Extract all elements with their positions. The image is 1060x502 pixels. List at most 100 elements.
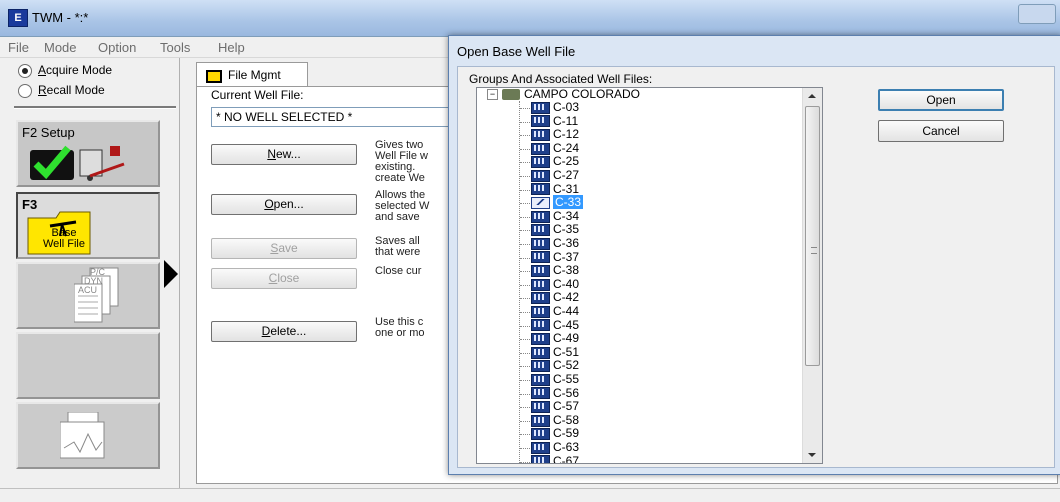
- well-item[interactable]: C-03: [531, 101, 579, 114]
- well-item[interactable]: C-49: [531, 331, 580, 346]
- well-label: C-31: [553, 181, 580, 196]
- group-name: CAMPO COLORADO: [524, 88, 641, 101]
- well-icon: [531, 129, 550, 142]
- well-label: C-25: [553, 154, 580, 169]
- well-item[interactable]: C-57: [531, 399, 580, 414]
- scroll-thumb[interactable]: [805, 106, 820, 366]
- acquire-mode-radio[interactable]: [18, 64, 32, 78]
- open-button[interactable]: Open...: [211, 194, 357, 215]
- setup-toolbox-icon: [30, 145, 125, 181]
- recall-mode-label[interactable]: Recall Mode: [38, 83, 105, 97]
- well-label: C-27: [553, 168, 580, 182]
- well-item[interactable]: C-55: [531, 373, 579, 386]
- new-button[interactable]: New...: [211, 144, 357, 165]
- well-item[interactable]: C-40: [531, 277, 579, 291]
- well-label: C-45: [553, 317, 580, 332]
- report-chart-icon: [60, 412, 105, 459]
- well-item[interactable]: C-45: [531, 317, 580, 332]
- well-item[interactable]: C-27: [531, 169, 579, 182]
- well-item[interactable]: C-24: [531, 141, 579, 155]
- well-label: C-49: [553, 331, 580, 346]
- active-mode-arrow-icon: [164, 260, 178, 288]
- save-button[interactable]: Save: [211, 238, 357, 259]
- delete-button[interactable]: Delete...: [211, 321, 357, 342]
- well-item[interactable]: C-67: [531, 454, 579, 463]
- delete-description: Use this c one or mo: [375, 317, 425, 339]
- tab-file-mgmt-label: File Mgmt: [228, 68, 281, 82]
- acquire-mode-label[interactable]: Acquire Mode: [38, 63, 112, 77]
- well-item[interactable]: C-34: [531, 208, 580, 223]
- well-item[interactable]: C-59: [531, 427, 579, 441]
- well-item[interactable]: C-58: [531, 412, 580, 427]
- recall-mode-radio[interactable]: [18, 84, 32, 98]
- menu-file[interactable]: File: [8, 40, 29, 55]
- well-label: C-58: [553, 412, 580, 427]
- well-icon: [531, 319, 550, 332]
- well-icon: [531, 401, 550, 414]
- dialog-title: Open Base Well File: [457, 44, 576, 59]
- app-icon: E: [8, 9, 28, 27]
- dialog-cancel-button[interactable]: Cancel: [878, 120, 1004, 142]
- well-icon: [531, 169, 550, 182]
- well-label: C-57: [553, 399, 580, 414]
- well-label: C-63: [553, 440, 580, 454]
- f2-setup-button[interactable]: F2 Setup: [16, 120, 160, 187]
- scroll-up-icon[interactable]: [808, 94, 816, 98]
- close-description: Close cur: [375, 266, 422, 277]
- well-item[interactable]: C-33: [531, 195, 584, 210]
- well-item[interactable]: C-31: [531, 181, 580, 196]
- well-icon: [531, 115, 550, 128]
- well-label: C-34: [553, 208, 580, 223]
- well-file-label: Well File: [43, 238, 85, 250]
- window-control-button[interactable]: [1018, 4, 1056, 24]
- tree-guide-line: [519, 101, 520, 463]
- close-button[interactable]: Close: [211, 268, 357, 289]
- reports-button[interactable]: [16, 402, 160, 469]
- window-title: TWM - *:*: [32, 10, 89, 25]
- well-item[interactable]: C-42: [531, 291, 579, 305]
- menu-mode[interactable]: Mode: [44, 40, 77, 55]
- mode-sidebar: Acquire Mode Recall Mode F2 Setup F3 Bas…: [6, 58, 180, 488]
- well-item[interactable]: C-37: [531, 249, 580, 264]
- well-item[interactable]: C-44: [531, 305, 579, 318]
- acu-documents-icon: [74, 267, 119, 323]
- well-item[interactable]: C-35: [531, 223, 579, 237]
- f3-base-well-file-button[interactable]: F3 Base Well File: [16, 192, 160, 259]
- well-item[interactable]: C-12: [531, 128, 579, 142]
- well-icon: [531, 414, 550, 427]
- well-icon: [531, 224, 550, 237]
- well-label: C-03: [553, 100, 580, 114]
- well-label: C-55: [553, 372, 580, 386]
- sidebar-divider: [14, 106, 176, 109]
- empty-mode-button[interactable]: [16, 332, 160, 399]
- tab-file-mgmt[interactable]: File Mgmt: [196, 62, 308, 87]
- grip-icon: [811, 247, 817, 254]
- well-item[interactable]: C-11: [531, 113, 579, 128]
- well-icon: [531, 305, 550, 318]
- current-well-field: * NO WELL SELECTED *: [211, 107, 457, 127]
- well-label: C-36: [553, 236, 580, 250]
- menu-help[interactable]: Help: [218, 40, 245, 55]
- well-label: C-33: [553, 195, 584, 210]
- tab-file-icon: [206, 70, 222, 83]
- well-item[interactable]: C-63: [531, 441, 579, 454]
- well-label: C-11: [553, 113, 579, 128]
- menu-option[interactable]: Option: [98, 40, 136, 55]
- well-item[interactable]: C-51: [531, 345, 579, 359]
- scroll-down-icon[interactable]: [808, 453, 816, 457]
- well-label: C-37: [553, 249, 580, 264]
- well-item[interactable]: C-56: [531, 386, 579, 400]
- collapse-icon[interactable]: −: [487, 89, 498, 101]
- tree-scrollbar[interactable]: [802, 88, 822, 463]
- well-icon: [531, 333, 550, 346]
- dialog-open-button[interactable]: Open: [878, 89, 1004, 111]
- well-item[interactable]: C-36: [531, 237, 579, 250]
- group-icon: [502, 89, 520, 101]
- well-item[interactable]: C-52: [531, 359, 579, 373]
- menu-tools[interactable]: Tools: [160, 40, 190, 55]
- well-item[interactable]: C-25: [531, 154, 580, 169]
- acu-button[interactable]: P/C DYN ACU: [16, 262, 160, 329]
- well-file-tree[interactable]: − CAMPO COLORADO C-03 C-11 C-12 C-24 C-25 C-27…: [476, 87, 823, 464]
- well-icon: [531, 101, 550, 114]
- well-item[interactable]: C-38: [531, 264, 579, 278]
